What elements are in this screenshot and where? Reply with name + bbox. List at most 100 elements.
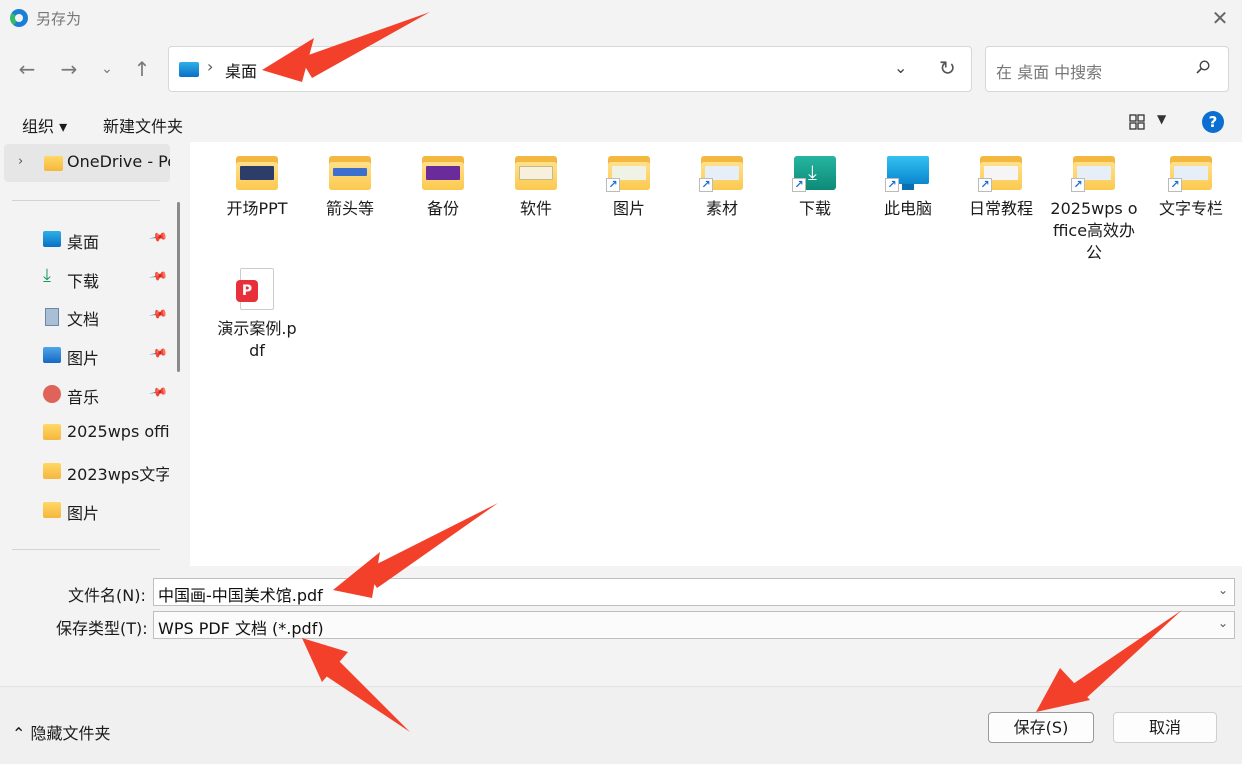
new-folder-button[interactable]: 新建文件夹 [103,113,183,137]
chevron-down-icon[interactable]: ⌄ [1218,616,1228,630]
shortcut-arrow-icon: ↗ [978,178,992,192]
sidebar-item-documents[interactable]: 文档 📌 [0,299,176,335]
command-bar: 组织 ▾ 新建文件夹 ▼ ? [0,102,1242,142]
breadcrumb-chevron-icon: › [207,57,214,76]
file-name: 文字专栏 [1158,199,1223,218]
file-name: 箭头等 [325,199,374,218]
file-name: 日常教程 [968,199,1033,218]
download-icon: ⤓ [43,265,51,286]
sidebar-item-onedrive[interactable]: › OneDrive - Pe [4,144,170,182]
arrow-up-icon: ↑ [133,57,151,81]
save-button[interactable]: 保存(S) [988,712,1094,743]
save-form: 文件名(N): 中国画-中国美术馆.pdf ⌄ 保存类型(T): WPS PDF… [0,566,1242,686]
file-item-folder[interactable]: 开场PPT [213,142,301,220]
filetype-select[interactable]: WPS PDF 文档 (*.pdf) ⌄ [153,611,1235,639]
folder-icon [43,502,61,518]
navigation-pane: › OneDrive - Pe 桌面 📌 ⤓ 下载 📌 文档 📌 图片 📌 音乐… [0,142,180,566]
refresh-icon: ↻ [939,56,956,80]
filename-value[interactable]: 中国画-中国美术馆.pdf [158,582,323,606]
music-icon [43,385,61,403]
up-button[interactable]: ↑ [129,56,155,82]
file-item-shortcut[interactable]: ↗ 2025wps office高效办公 [1050,142,1138,264]
file-item-folder[interactable]: 备份 [399,142,487,220]
folder-icon [329,156,371,192]
desktop-icon [43,231,61,247]
search-box[interactable]: 在 桌面 中搜索 [985,46,1229,92]
wps-pdf-icon: P [236,280,258,302]
sidebar-item-pictures[interactable]: 图片 📌 [0,338,176,374]
shortcut-arrow-icon: ↗ [699,178,713,192]
shortcut-arrow-icon: ↗ [1168,178,1182,192]
file-list-view: 开场PPT 箭头等 备份 软件 ↗ 图片 ↗ 素材 ⤓ ↗ 下载 ↗ 此电脑 ↗… [190,142,1242,566]
organize-menu[interactable]: 组织 ▾ [22,113,67,137]
folder-icon [515,156,557,192]
chevron-down-icon[interactable]: ⌄ [1218,583,1228,597]
shortcut-arrow-icon: ↗ [1071,178,1085,192]
close-button[interactable]: ✕ [1208,6,1232,30]
document-icon [45,308,59,326]
filename-input[interactable]: 中国画-中国美术馆.pdf ⌄ [153,578,1235,606]
file-item-shortcut[interactable]: ↗ 图片 [585,142,673,220]
shortcut-arrow-icon: ↗ [606,178,620,192]
refresh-button[interactable]: ↻ [939,56,956,80]
expand-chevron-icon[interactable]: › [18,154,23,169]
sidebar-scrollbar[interactable] [177,202,180,372]
filetype-value: WPS PDF 文档 (*.pdf) [158,619,324,638]
file-name: 下载 [798,199,831,218]
file-name: 开场PPT [226,199,288,218]
folder-icon: ↗ [1071,156,1115,192]
folder-icon [422,156,464,192]
window-title: 另存为 [36,10,82,28]
folder-icon: ↗ [978,156,1022,192]
folder-icon [44,156,63,171]
sidebar-item-folder[interactable]: 2023wps文字 [0,454,176,490]
shortcut-arrow-icon: ↗ [792,178,806,192]
chevron-down-icon: ⌄ [101,61,113,77]
sidebar-item-folder[interactable]: 图片 [0,493,176,529]
computer-icon: ↗ [885,156,929,192]
cancel-button[interactable]: 取消 [1113,712,1217,743]
navigation-bar: ← → ⌄ ↑ › 桌面 ⌄ ↻ 在 桌面 中搜索 [0,36,1242,102]
breadcrumb-desktop[interactable]: 桌面 [225,58,257,82]
folder-icon: ↗ [606,156,650,192]
file-item-pdf[interactable]: P 演示案例.pdf [213,262,301,362]
filename-label: 文件名(N): [68,586,146,605]
file-name: 2025wps office高效办公 [1050,199,1138,262]
view-options-dropdown[interactable]: ▼ [1157,112,1166,126]
folder-icon [236,156,278,192]
title-bar: 另存为 ✕ [0,0,1242,36]
sidebar-item-label: 2025wps offi [67,422,169,441]
folder-icon: ↗ [699,156,743,192]
address-dropdown-button[interactable]: ⌄ [894,58,907,77]
recent-locations-button[interactable]: ⌄ [94,56,120,82]
view-grid-icon[interactable] [1129,114,1145,130]
file-item-shortcut[interactable]: ↗ 素材 [678,142,766,220]
divider [12,200,160,201]
download-folder-icon: ⤓ ↗ [792,156,836,192]
arrow-left-icon: ← [18,57,36,81]
sidebar-item-desktop[interactable]: 桌面 📌 [0,222,176,258]
file-item-shortcut[interactable]: ↗ 日常教程 [957,142,1045,220]
file-item-folder[interactable]: 箭头等 [306,142,394,220]
sidebar-item-folder[interactable]: 2025wps offi [0,415,176,451]
file-item-shortcut[interactable]: ↗ 此电脑 [864,142,952,220]
sidebar-item-music[interactable]: 音乐 📌 [0,377,176,413]
chevron-down-icon: ⌄ [894,58,908,77]
pictures-icon [43,347,61,363]
edge-app-icon [10,9,28,27]
back-button[interactable]: ← [14,56,40,82]
sidebar-item-label: OneDrive - Pe [67,152,170,171]
file-name: 此电脑 [883,199,932,218]
sidebar-item-downloads[interactable]: ⤓ 下载 📌 [0,261,176,297]
folder-icon: ↗ [1168,156,1212,192]
file-item-shortcut[interactable]: ⤓ ↗ 下载 [771,142,859,220]
close-icon: ✕ [1211,6,1229,30]
forward-button[interactable]: → [56,56,82,82]
file-item-shortcut[interactable]: ↗ 文字专栏 [1143,142,1239,220]
file-item-folder[interactable]: 软件 [492,142,580,220]
help-icon[interactable]: ? [1202,111,1224,133]
address-bar[interactable]: › 桌面 ⌄ ↻ [168,46,972,92]
hide-folders-toggle[interactable]: ⌃ 隐藏文件夹 [12,720,111,744]
shortcut-arrow-icon: ↗ [885,178,899,192]
folder-icon [43,463,61,479]
